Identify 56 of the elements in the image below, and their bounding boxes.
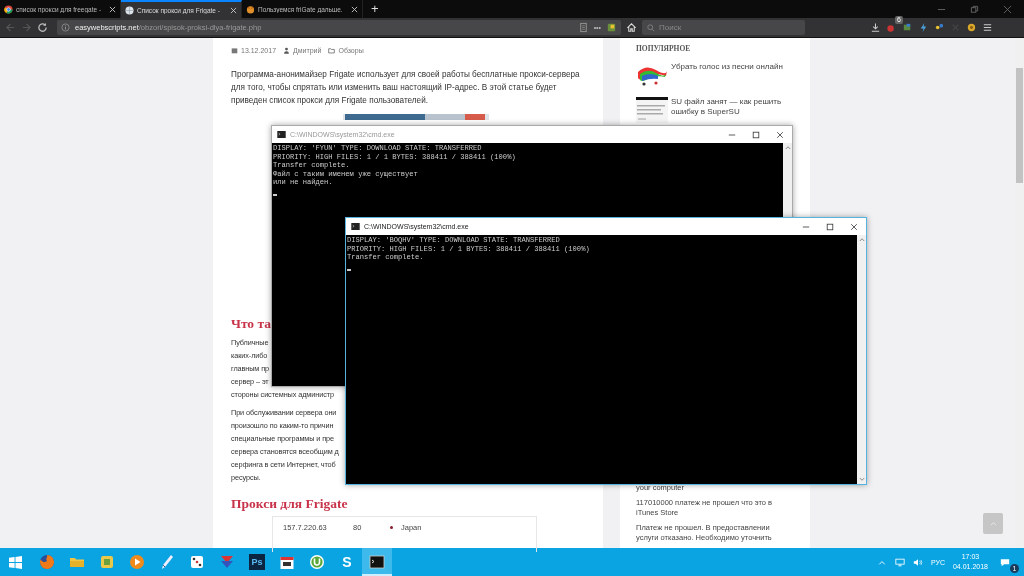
home-icon[interactable]: [626, 22, 637, 33]
network-icon[interactable]: [894, 557, 905, 567]
forward-icon[interactable]: [21, 22, 32, 33]
fox-icon: [246, 4, 255, 14]
section-heading: Что та: [231, 316, 272, 332]
thumbnail-image: [636, 97, 668, 123]
chevron-down-icon[interactable]: [858, 477, 865, 482]
chevron-up-icon: [989, 521, 997, 526]
chrome-icon: [4, 4, 13, 14]
speaker-icon[interactable]: [912, 557, 923, 567]
windows-logo-icon[interactable]: [9, 555, 22, 569]
user-icon: [283, 47, 291, 54]
folder-icon: [328, 47, 336, 54]
tile-icon: [99, 554, 115, 570]
text-cursor: [273, 193, 277, 196]
article-link[interactable]: SU файл занят — как решить ошибку в SuperSU: [671, 97, 794, 117]
notification-icon[interactable]: [1000, 557, 1010, 567]
download-icon[interactable]: [870, 22, 881, 33]
reader-icon[interactable]: [577, 22, 589, 33]
intro-paragraph: Программа-анонимайзер Frigate использует для своей работы бесплатные прокси-сервера для того, чтобы спрятать или изменить ваш настоящий IP-адрес. В этой статье будет приведен список прокси для Frigate пользователей.: [231, 69, 581, 107]
extension-icon[interactable]: [966, 22, 977, 33]
console-icon: [369, 554, 385, 570]
search-icon: [647, 24, 655, 32]
extension-icon[interactable]: [606, 22, 617, 33]
pen-icon: [159, 554, 175, 570]
calendar-icon: [231, 47, 238, 54]
menu-icon[interactable]: [982, 22, 993, 33]
text-cursor: [347, 268, 351, 271]
taskbar-app[interactable]: Ps: [242, 548, 272, 576]
chevron-up-icon[interactable]: [784, 145, 791, 150]
chevron-up-icon[interactable]: [858, 237, 865, 242]
restore-icon[interactable]: [970, 4, 979, 14]
dice-icon: [189, 554, 205, 570]
section-heading: Прокси для Frigate: [231, 496, 348, 512]
maximize-icon[interactable]: [826, 222, 834, 231]
search-field[interactable]: Поиск: [642, 20, 805, 35]
close-icon[interactable]: [776, 130, 784, 139]
fox-globe-icon: [39, 554, 55, 570]
calendar-icon: [279, 554, 295, 570]
reload-icon[interactable]: [37, 22, 48, 33]
console-icon: [277, 131, 286, 138]
globe-icon: [125, 5, 134, 15]
status-dot: [390, 526, 393, 529]
close-icon[interactable]: [850, 222, 858, 231]
info-icon[interactable]: [61, 23, 70, 32]
new-tab-button[interactable]: +: [365, 2, 385, 16]
back-icon[interactable]: [5, 22, 16, 33]
lightning-icon[interactable]: [918, 22, 929, 33]
maximize-icon[interactable]: [752, 130, 760, 139]
extension-icon[interactable]: [902, 22, 913, 33]
torrent-icon: [309, 554, 325, 570]
arrow-icon: [219, 554, 235, 570]
console-icon: [351, 223, 360, 230]
article-link[interactable]: Убрать голос из песни онлайн: [671, 62, 783, 72]
taskbar-app[interactable]: [362, 548, 392, 576]
play-icon: [129, 554, 145, 570]
